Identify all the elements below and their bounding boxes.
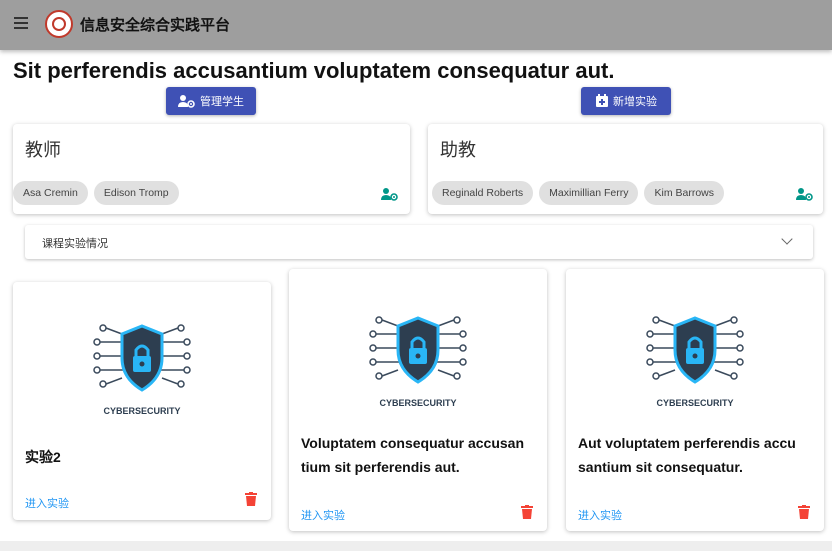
- app-title: 信息安全综合实践平台: [80, 16, 231, 34]
- experiment-card: CYBERSECURITY 实验2 进入实验: [13, 282, 271, 520]
- new-experiment-button[interactable]: 新增实验: [581, 87, 671, 115]
- people-gear-icon: [178, 95, 195, 108]
- cybersecurity-caption: CYBERSECURITY: [656, 398, 734, 408]
- shield-lock-icon: [646, 316, 744, 384]
- teacher-chip[interactable]: Edison Tromp: [93, 181, 179, 205]
- chevron-down-icon: [781, 233, 793, 245]
- teachers-card: 教师 Asa Cremin Edison Tromp: [13, 124, 410, 214]
- teacher-chip[interactable]: Asa Cremin: [13, 181, 88, 205]
- cybersecurity-caption: CYBERSECURITY: [103, 406, 181, 416]
- course-status-panel[interactable]: 课程实验情况: [25, 225, 813, 259]
- assistant-chip[interactable]: Reginald Roberts: [432, 181, 534, 205]
- teachers-heading: 教师: [25, 140, 61, 161]
- delete-icon[interactable]: [798, 505, 810, 519]
- assistant-chip[interactable]: Maximillian Ferry: [539, 181, 639, 205]
- shield-lock-icon: [93, 324, 191, 392]
- assistant-chip[interactable]: Kim Barrows: [644, 181, 724, 205]
- course-status-label: 课程实验情况: [42, 237, 108, 250]
- experiment-card: CYBERSECURITY Aut voluptatem perferendis…: [566, 269, 824, 531]
- app-bar: 信息安全综合实践平台: [0, 0, 832, 50]
- cybersecurity-image: CYBERSECURITY: [368, 312, 468, 410]
- enter-experiment-link[interactable]: 进入实验: [301, 507, 345, 523]
- calendar-plus-icon: [596, 94, 608, 107]
- manage-students-label: 管理学生: [200, 95, 244, 108]
- delete-icon[interactable]: [245, 492, 257, 506]
- menu-icon[interactable]: [14, 17, 28, 31]
- page-title: Sit perferendis accusantium voluptatem c…: [13, 58, 615, 83]
- new-experiment-label: 新增实验: [613, 95, 657, 108]
- shield-lock-icon: [369, 316, 467, 384]
- cybersecurity-image: CYBERSECURITY: [92, 320, 192, 418]
- experiment-title: 实验2: [25, 449, 61, 465]
- enter-experiment-link[interactable]: 进入实验: [578, 507, 622, 523]
- cybersecurity-caption: CYBERSECURITY: [379, 398, 457, 408]
- enter-experiment-link[interactable]: 进入实验: [25, 495, 69, 511]
- experiment-title: Voluptatem consequatur accusan tium sit …: [301, 435, 525, 475]
- person-settings-icon[interactable]: [796, 187, 814, 201]
- delete-icon[interactable]: [521, 505, 533, 519]
- assistant-chips: Reginald Roberts Maximillian Ferry Kim B…: [432, 181, 724, 205]
- university-logo: [45, 10, 73, 38]
- experiment-title: Aut voluptatem perferendis accu santium …: [578, 435, 796, 475]
- footer-band: [0, 541, 832, 551]
- assistants-card: 助教 Reginald Roberts Maximillian Ferry Ki…: [428, 124, 823, 214]
- experiment-card: CYBERSECURITY Voluptatem consequatur acc…: [289, 269, 547, 531]
- manage-students-button[interactable]: 管理学生: [166, 87, 256, 115]
- cybersecurity-image: CYBERSECURITY: [645, 312, 745, 410]
- assistants-heading: 助教: [440, 140, 476, 161]
- person-settings-icon[interactable]: [381, 187, 399, 201]
- teacher-chips: Asa Cremin Edison Tromp: [13, 181, 179, 205]
